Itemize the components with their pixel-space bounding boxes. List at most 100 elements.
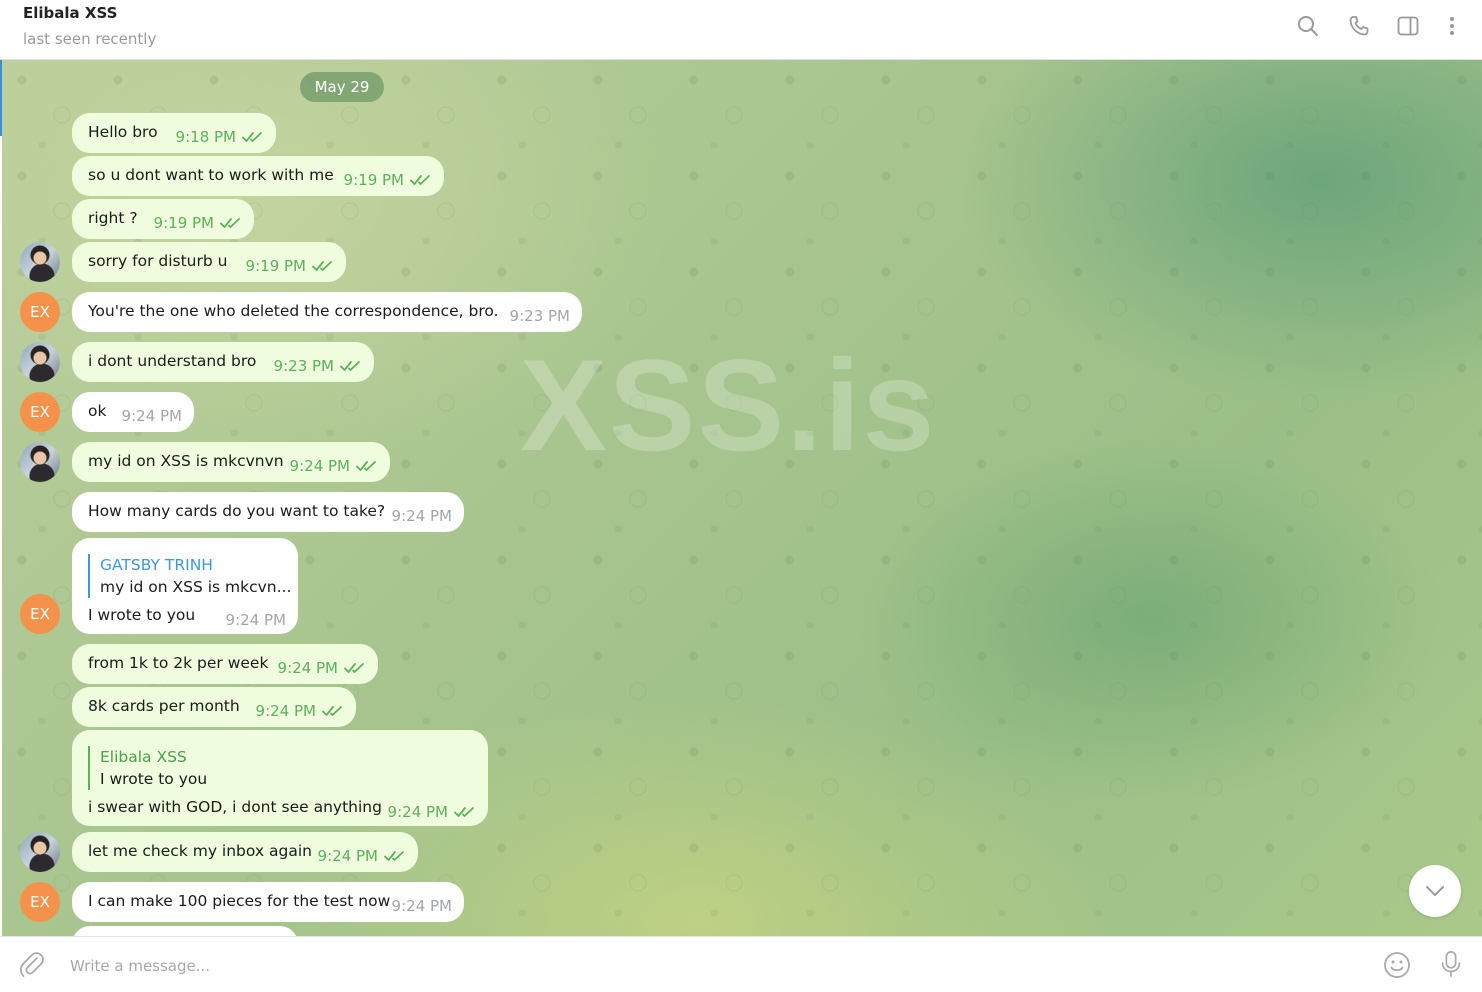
avatar-ex[interactable]: EX: [20, 392, 60, 432]
message-time: 9:24 PM: [391, 897, 452, 915]
message-meta: 9:24 PM: [392, 897, 452, 915]
message-bubble-outgoing[interactable]: let me check my inbox again 9:24 PM: [72, 832, 418, 872]
reply-author: GATSBY TRINH: [100, 556, 213, 574]
message-text: right ?: [88, 209, 138, 227]
double-check-icon: [242, 130, 264, 144]
message-meta: 9:24 PM: [392, 507, 452, 525]
reply-quote[interactable]: Elibala XSS I wrote to you: [88, 746, 207, 790]
chat-status: last seen recently: [23, 30, 157, 48]
message-text: from 1k to 2k per week: [88, 654, 269, 672]
message-meta: 9:24 PM: [256, 702, 344, 720]
avatar-gatsby[interactable]: [20, 342, 60, 382]
message-text: How many cards do you want to take?: [88, 502, 386, 520]
message-text: You're the one who deleted the correspon…: [88, 302, 499, 320]
message-bubble-outgoing[interactable]: 8k cards per month 9:24 PM: [72, 687, 356, 727]
message-time: 9:24 PM: [387, 803, 448, 821]
message-time: 9:24 PM: [317, 847, 378, 865]
emoji-icon[interactable]: [1383, 951, 1411, 979]
search-icon[interactable]: [1296, 14, 1320, 40]
message-time: 9:24 PM: [391, 507, 452, 525]
message-time: 9:24 PM: [255, 702, 316, 720]
date-separator: May 29: [300, 72, 384, 102]
double-check-icon: [322, 704, 344, 718]
message-meta: 9:19 PM: [344, 171, 432, 189]
watermark: XSS.is: [520, 332, 937, 478]
double-check-icon: [344, 661, 366, 675]
message-bubble-outgoing[interactable]: i dont understand bro 9:23 PM: [72, 342, 374, 382]
message-text: so u dont want to work with me: [88, 166, 334, 184]
message-bubble-outgoing[interactable]: from 1k to 2k per week 9:24 PM: [72, 644, 378, 684]
reply-author: Elibala XSS: [100, 748, 187, 766]
message-bubble-outgoing[interactable]: so u dont want to work with me 9:19 PM: [72, 156, 444, 196]
double-check-icon: [410, 173, 432, 187]
message-bubble-outgoing[interactable]: right ? 9:19 PM: [72, 199, 254, 239]
reply-text: I wrote to you: [100, 770, 208, 788]
message-text: i swear with GOD, i dont see anything: [88, 798, 382, 816]
message-text: 8k cards per month: [88, 697, 240, 715]
message-time: 9:19 PM: [343, 171, 404, 189]
message-meta: 9:23 PM: [510, 307, 570, 325]
message-text: my id on XSS is mkcvnvn: [88, 452, 284, 470]
message-bubble-outgoing[interactable]: sorry for disturb u 9:19 PM: [72, 242, 346, 282]
message-meta: 9:24 PM: [318, 847, 406, 865]
message-time: 9:19 PM: [153, 214, 214, 232]
message-composer: [0, 936, 1482, 992]
message-time: 9:18 PM: [175, 128, 236, 146]
message-meta: 9:24 PM: [226, 611, 286, 629]
message-meta: 9:23 PM: [274, 357, 362, 375]
message-time: 9:19 PM: [245, 257, 306, 275]
avatar-gatsby[interactable]: [20, 442, 60, 482]
message-text: ok: [88, 402, 107, 420]
reply-quote[interactable]: GATSBY TRINH my id on XSS is mkcvn...: [88, 554, 291, 598]
message-bubble-outgoing[interactable]: Hello bro 9:18 PM: [72, 113, 276, 153]
phone-icon[interactable]: [1347, 14, 1371, 40]
double-check-icon: [384, 849, 406, 863]
message-meta: 9:18 PM: [176, 128, 264, 146]
message-bubble-incoming[interactable]: How many cards do you want to take? 9:24…: [72, 492, 464, 532]
message-meta: 9:24 PM: [278, 659, 366, 677]
scroll-to-bottom-button[interactable]: [1409, 865, 1461, 917]
message-time: 9:24 PM: [121, 407, 182, 425]
paperclip-icon[interactable]: [18, 951, 46, 979]
double-check-icon: [454, 805, 476, 819]
avatar-gatsby[interactable]: [20, 832, 60, 872]
message-time: 9:23 PM: [273, 357, 334, 375]
avatar-ex[interactable]: EX: [20, 594, 60, 634]
message-text: i dont understand bro: [88, 352, 257, 370]
message-meta: 9:24 PM: [122, 407, 182, 425]
message-bubble-incoming[interactable]: I can make 100 pieces for the test now 9…: [72, 882, 464, 922]
message-meta: 9:19 PM: [246, 257, 334, 275]
chevron-down-icon: [1426, 886, 1444, 896]
message-bubble-outgoing-reply[interactable]: Elibala XSS I wrote to you i swear with …: [72, 730, 488, 826]
sidebar-toggle-icon[interactable]: [1396, 14, 1420, 40]
message-text: I can make 100 pieces for the test now: [88, 892, 391, 910]
message-bubble-incoming-reply[interactable]: GATSBY TRINH my id on XSS is mkcvn... I …: [72, 538, 298, 634]
message-text: I wrote to you: [88, 606, 196, 624]
avatar-ex[interactable]: EX: [20, 292, 60, 332]
message-bubble-incoming-partial[interactable]: [72, 926, 298, 936]
double-check-icon: [356, 459, 378, 473]
message-time: 9:23 PM: [509, 307, 570, 325]
message-text: sorry for disturb u: [88, 252, 228, 270]
message-meta: 9:24 PM: [388, 803, 476, 821]
message-meta: 9:19 PM: [154, 214, 242, 232]
double-check-icon: [340, 359, 362, 373]
message-time: 9:24 PM: [277, 659, 338, 677]
message-time: 9:24 PM: [289, 457, 350, 475]
avatar-ex[interactable]: EX: [20, 882, 60, 922]
chat-title[interactable]: Elibala XSS: [23, 4, 117, 22]
double-check-icon: [220, 216, 242, 230]
double-check-icon: [312, 259, 334, 273]
message-bubble-incoming[interactable]: You're the one who deleted the correspon…: [72, 292, 582, 332]
microphone-icon[interactable]: [1437, 950, 1465, 980]
message-bubble-outgoing[interactable]: my id on XSS is mkcvnvn 9:24 PM: [72, 442, 390, 482]
chat-header: Elibala XSS last seen recently: [0, 0, 1482, 60]
more-vertical-icon[interactable]: [1440, 14, 1464, 40]
message-input[interactable]: [68, 949, 1352, 983]
avatar-gatsby[interactable]: [20, 242, 60, 282]
message-text: let me check my inbox again: [88, 842, 312, 860]
message-time: 9:24 PM: [225, 611, 286, 629]
message-list[interactable]: XSS.is May 29 Hello bro 9:18 PM so u don…: [2, 60, 1482, 936]
message-text: Hello bro: [88, 123, 158, 141]
message-bubble-incoming[interactable]: ok 9:24 PM: [72, 392, 194, 432]
